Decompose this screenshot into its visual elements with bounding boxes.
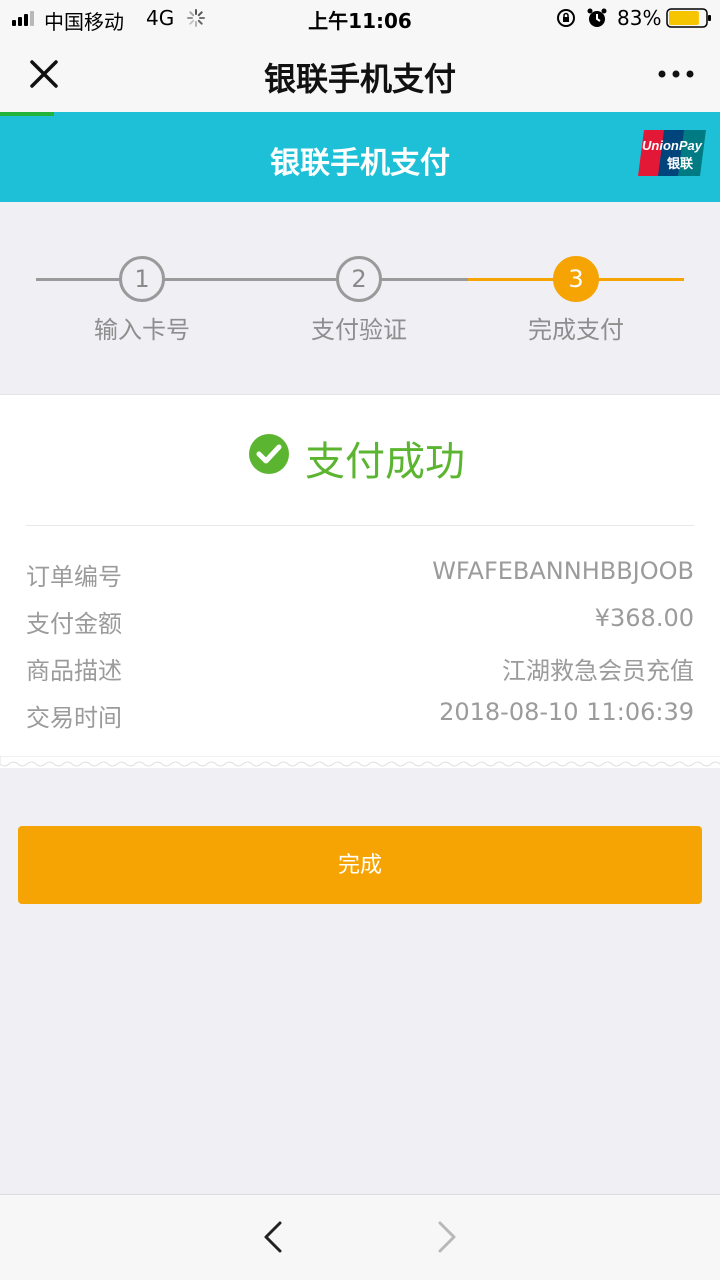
back-arrow-icon[interactable] xyxy=(254,1217,294,1257)
status-bar: 中国移动 4G 上午11:06 83% xyxy=(0,0,720,36)
description-label: 商品描述 xyxy=(26,657,122,685)
step-1-label: 输入卡号 xyxy=(94,316,190,344)
status-time: 上午11:06 xyxy=(308,9,412,33)
amount-value: ¥368.00 xyxy=(594,604,694,632)
description-value: 江湖救急会员充值 xyxy=(502,657,694,685)
check-circle-icon xyxy=(249,434,289,474)
step-1-circle: 1 xyxy=(119,256,165,302)
browser-toolbar xyxy=(0,1194,720,1280)
logo-text-cn: 银联 xyxy=(667,156,693,172)
step-3-label: 完成支付 xyxy=(528,316,624,344)
order-number-label: 订单编号 xyxy=(26,563,122,591)
order-number-row: 订单编号 WFAFEBANNHBBJOOB xyxy=(26,557,694,597)
logo-text-en: UnionPay xyxy=(642,138,703,153)
receipt-wavy-edge xyxy=(0,756,720,767)
step-2-circle: 2 xyxy=(336,256,382,302)
transaction-time-value: 2018-08-10 11:06:39 xyxy=(439,698,694,726)
step-2-label: 支付验证 xyxy=(311,316,407,344)
payment-status: 支付成功 xyxy=(0,429,720,489)
rotation-lock-icon xyxy=(557,9,575,27)
step-line-completed xyxy=(36,278,468,281)
amount-label: 支付金额 xyxy=(26,610,122,638)
done-button[interactable]: 完成 xyxy=(18,826,702,904)
payment-success-text: 支付成功 xyxy=(305,439,465,485)
unionpay-logo: UnionPay 银联 xyxy=(638,130,706,176)
page-load-progress xyxy=(0,112,54,116)
navigation-bar: 银联手机支付 xyxy=(0,36,720,112)
transaction-time-label: 交易时间 xyxy=(26,704,122,732)
payment-steps: 1 输入卡号 2 支付验证 3 完成支付 xyxy=(0,202,720,394)
more-dots-icon[interactable] xyxy=(652,58,700,90)
step-3-circle: 3 xyxy=(553,256,599,302)
battery-percent: 83% xyxy=(617,6,662,30)
forward-arrow-icon[interactable] xyxy=(426,1217,466,1257)
card-divider xyxy=(26,525,694,526)
banner-title: 银联手机支付 xyxy=(270,146,450,181)
order-number-value: WFAFEBANNHBBJOOB xyxy=(432,557,694,585)
description-row: 商品描述 江湖救急会员充值 xyxy=(26,651,694,691)
battery-icon xyxy=(666,8,711,28)
alarm-clock-icon xyxy=(587,8,607,27)
payment-result-card: 支付成功 订单编号 WFAFEBANNHBBJOOB 支付金额 ¥368.00 … xyxy=(0,394,720,768)
transaction-time-row: 交易时间 2018-08-10 11:06:39 xyxy=(26,698,694,738)
page-title: 银联手机支付 xyxy=(263,60,456,98)
unionpay-banner: 银联手机支付 xyxy=(0,112,720,202)
amount-row: 支付金额 ¥368.00 xyxy=(26,604,694,644)
